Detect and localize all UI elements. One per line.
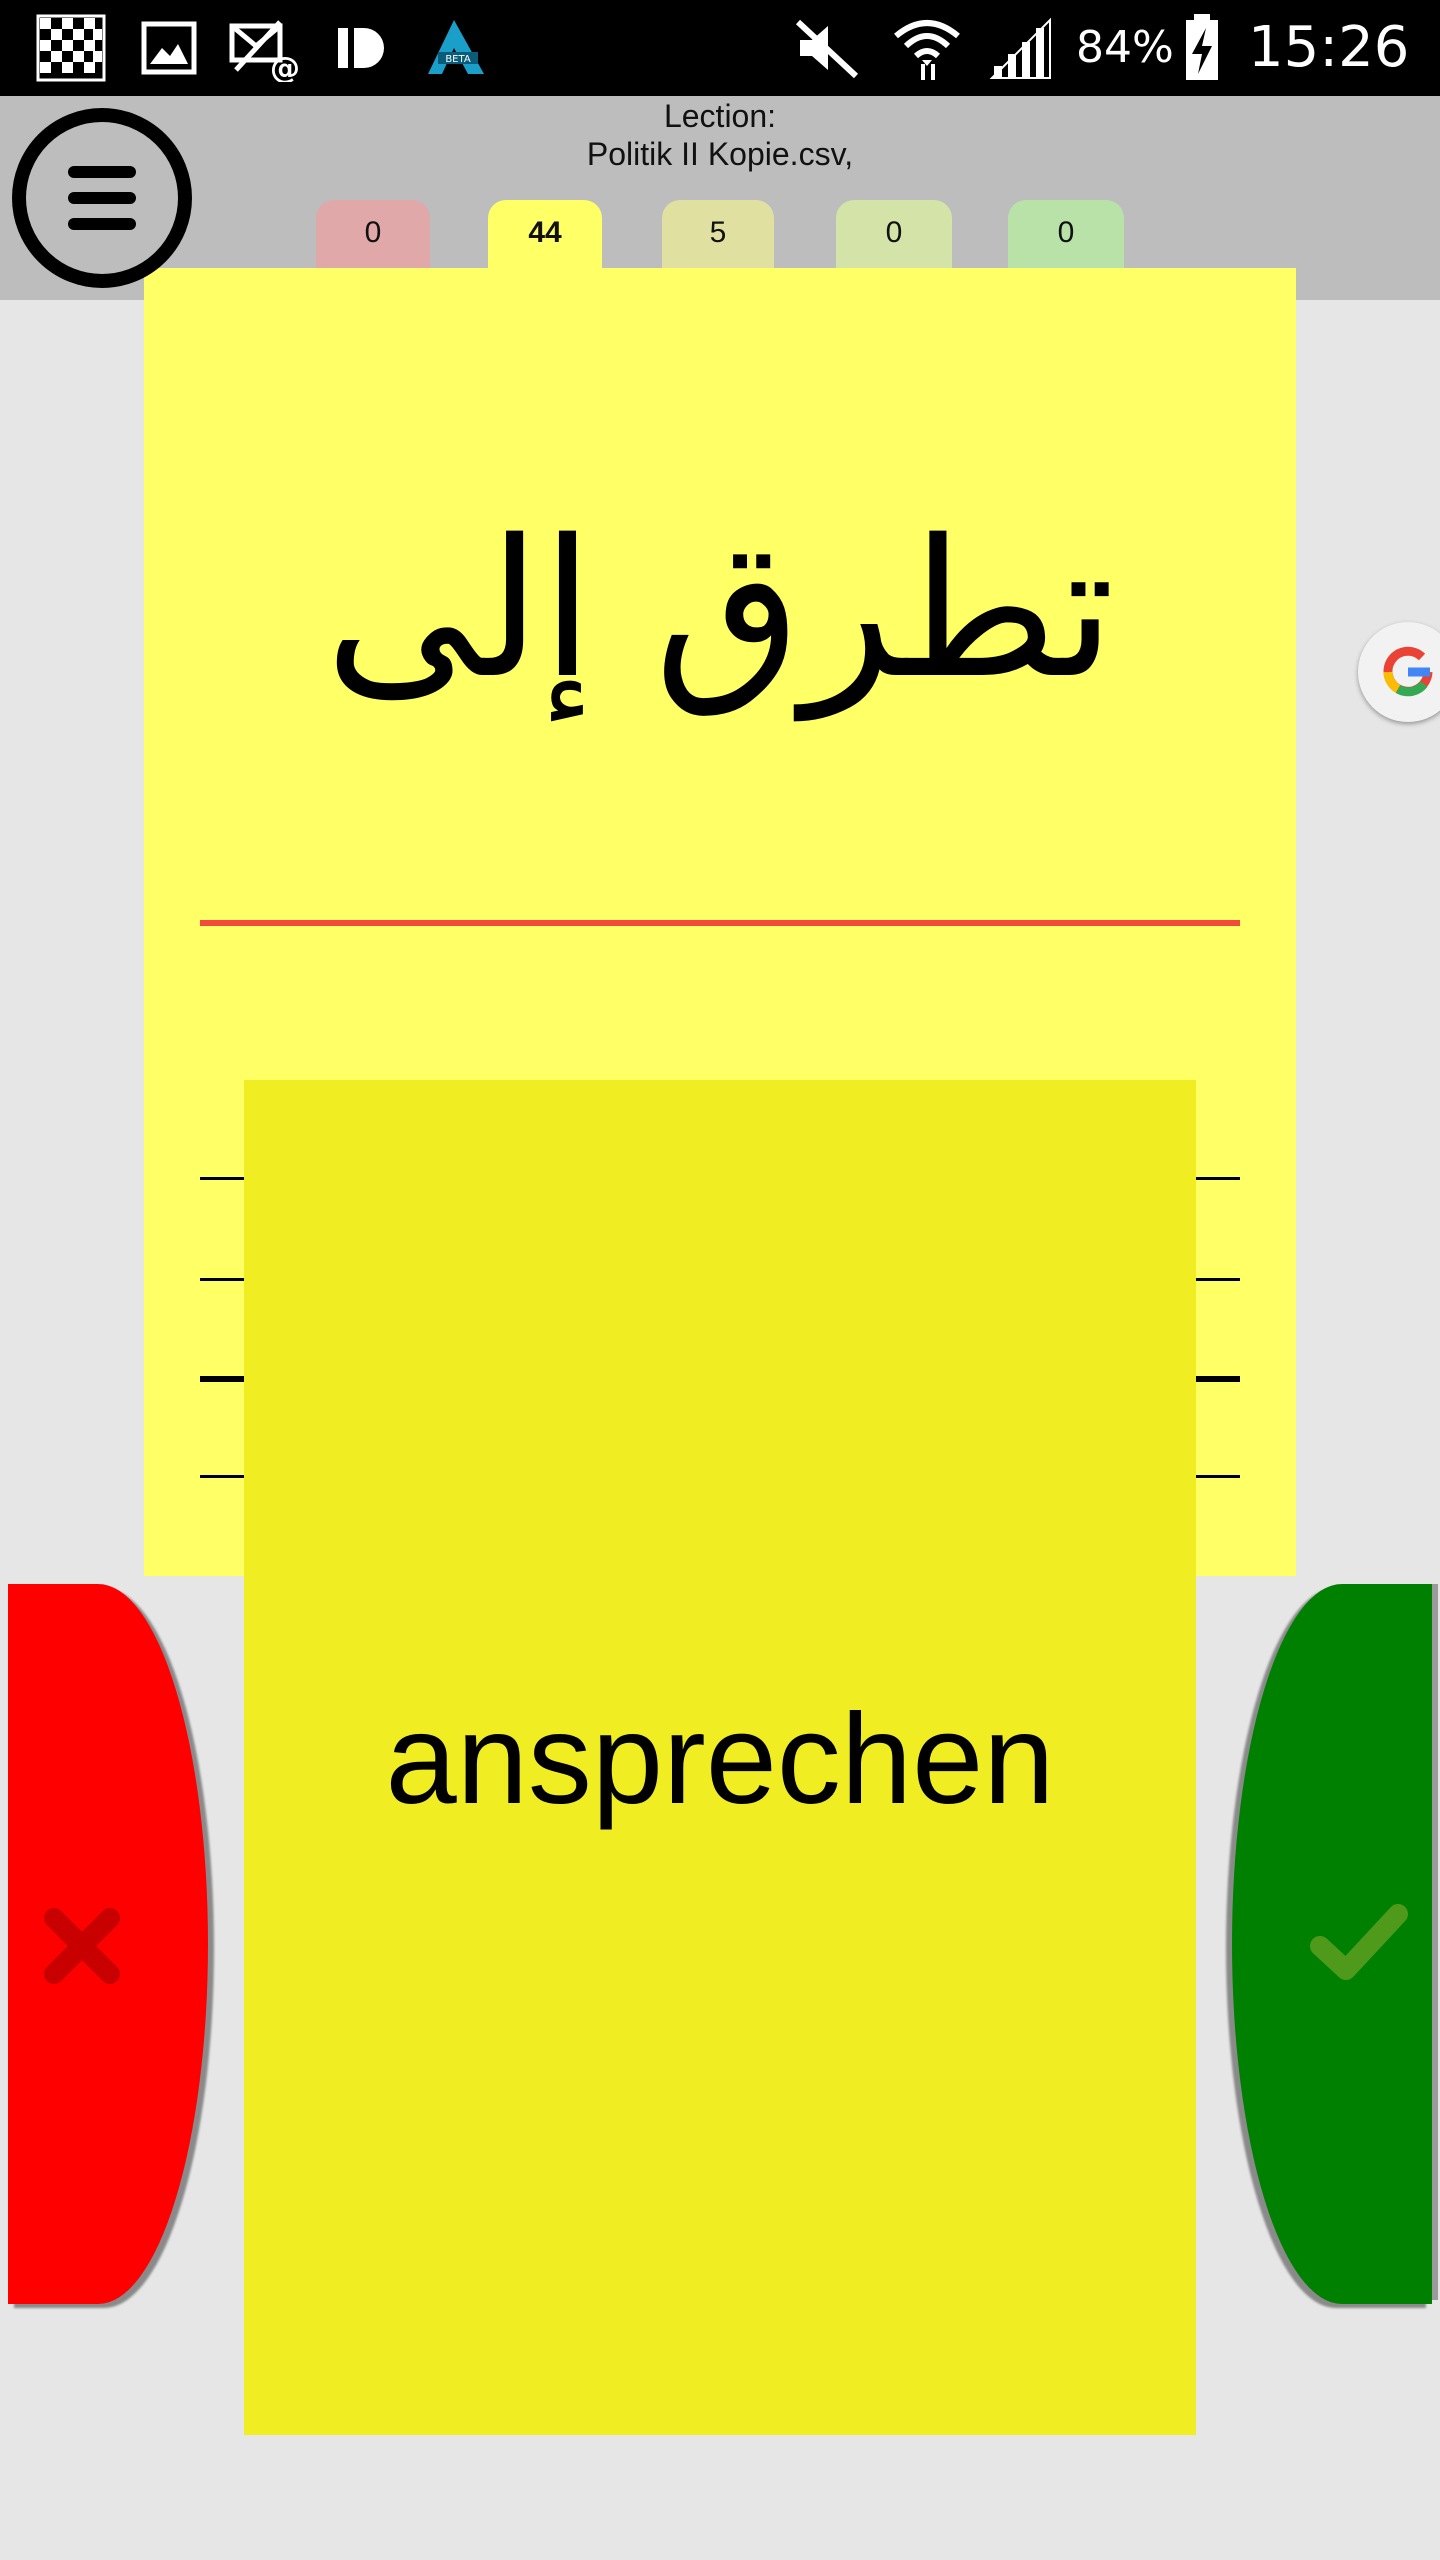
beta-app-icon: BETA [428, 20, 484, 74]
checkmark-icon [1310, 1904, 1408, 1980]
email-icon: @ [229, 20, 300, 82]
svg-text:@: @ [270, 51, 300, 82]
svg-text:BETA: BETA [445, 54, 471, 65]
battery-charging-icon [1186, 14, 1218, 80]
wifi-icon [894, 20, 960, 80]
box-tab-3[interactable]: 5 [662, 200, 774, 272]
mute-icon [795, 19, 859, 79]
id-app-icon [338, 28, 384, 68]
signal-icon [989, 17, 1051, 79]
answer-translation: ansprechen [385, 1688, 1055, 1831]
lection-label: Lection: [663, 98, 777, 134]
flashcard-word: تطرق إلى [324, 499, 1116, 720]
battery-percent: 84% [1076, 22, 1174, 73]
box-tab-4[interactable]: 0 [836, 200, 952, 272]
guide-line [200, 1278, 246, 1281]
card-divider [200, 920, 1240, 926]
gallery-icon [141, 21, 197, 75]
box-tab-2[interactable]: 44 [488, 200, 602, 272]
box-tab-5[interactable]: 0 [1008, 200, 1124, 272]
checkered-app-icon [36, 14, 106, 82]
guide-line [1194, 1475, 1240, 1478]
guide-line [200, 1475, 246, 1478]
guide-line [200, 1376, 246, 1382]
box-tab-1[interactable]: 0 [316, 200, 430, 272]
clock: 15:26 [1248, 15, 1410, 80]
google-icon [1383, 646, 1433, 697]
guide-line [1194, 1376, 1240, 1382]
guide-line [200, 1177, 246, 1180]
menu-button[interactable] [12, 108, 192, 288]
guide-line [1194, 1278, 1240, 1281]
lection-file-name: Politik II Kopie.csv, [586, 136, 854, 172]
status-bar: @ BETA 84% 15:26 [0, 0, 1440, 96]
cross-icon [44, 1908, 120, 1984]
guide-line [1194, 1177, 1240, 1180]
